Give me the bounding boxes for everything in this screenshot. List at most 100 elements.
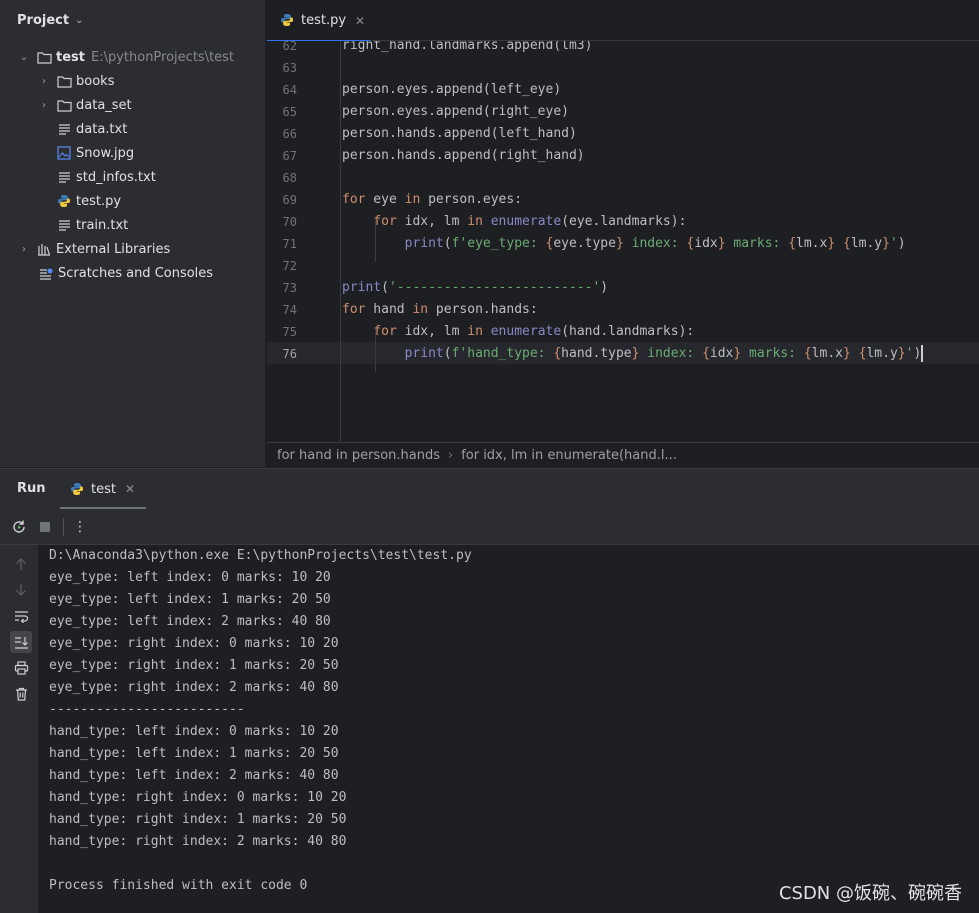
- chevron-right-icon: ›: [42, 75, 46, 87]
- print-button[interactable]: [10, 657, 32, 679]
- close-icon[interactable]: ✕: [125, 482, 135, 496]
- tree-item-data-set[interactable]: › data_set: [0, 93, 266, 117]
- console-line: hand_type: left index: 0 marks: 10 20: [49, 724, 339, 739]
- tree-item-std-infos-txt[interactable]: std_infos.txt: [0, 165, 266, 189]
- run-header: Run test ✕: [0, 469, 979, 509]
- line-number: 75: [282, 325, 297, 339]
- tree-item-data-txt[interactable]: data.txt: [0, 117, 266, 141]
- scroll-down-button[interactable]: [10, 579, 32, 601]
- scroll-to-end-icon: [14, 636, 28, 649]
- stop-icon: [40, 521, 50, 532]
- console-line: -------------------------: [49, 702, 245, 717]
- tree-item-snow-jpg[interactable]: Snow.jpg: [0, 141, 266, 165]
- run-tab-label: test: [91, 481, 116, 497]
- arrow-down-icon: [16, 584, 26, 596]
- text-file-icon: [56, 217, 72, 233]
- tree-root-test[interactable]: ⌄ test E:\pythonProjects\test: [0, 45, 266, 69]
- text-caret: [921, 345, 924, 362]
- breadcrumb-item[interactable]: for hand in person.hands: [277, 448, 440, 463]
- text-file-icon: [56, 169, 72, 185]
- console-line: hand_type: right index: 1 marks: 20 50: [49, 812, 347, 827]
- line-number: 70: [282, 215, 297, 229]
- editor-tab-bar: test.py ✕: [267, 0, 979, 42]
- breadcrumb-item[interactable]: for idx, lm in enumerate(hand.l...: [461, 448, 677, 463]
- console-line: hand_type: right index: 0 marks: 10 20: [49, 790, 347, 805]
- code-line-67: person.hands.append(right_hand): [342, 148, 585, 163]
- tree-item-label: data.txt: [76, 121, 128, 137]
- code-line-64: person.eyes.append(left_eye): [342, 82, 562, 97]
- soft-wrap-button[interactable]: [10, 605, 32, 627]
- line-number-gutter: 62 63 64 65 66 67 68 69 70 71 72 73 74 7…: [267, 41, 340, 442]
- more-vertical-icon: ⋮: [73, 518, 87, 535]
- line-number: 66: [282, 127, 297, 141]
- code-line-65: person.eyes.append(right_eye): [342, 104, 569, 119]
- python-file-icon: [70, 481, 86, 497]
- gutter-separator: [340, 41, 341, 442]
- chevron-right-icon: ›: [22, 243, 26, 255]
- line-number: 64: [282, 83, 297, 97]
- more-options-button[interactable]: ⋮: [70, 517, 90, 537]
- code-editor[interactable]: 62 63 64 65 66 67 68 69 70 71 72 73 74 7…: [267, 41, 979, 442]
- console-line: eye_type: right index: 0 marks: 10 20: [49, 636, 339, 651]
- breadcrumb: for hand in person.hands › for idx, lm i…: [267, 442, 979, 468]
- line-number: 74: [282, 303, 297, 317]
- stop-button[interactable]: [35, 517, 55, 537]
- python-file-icon: [56, 193, 72, 209]
- console-line: hand_type: right index: 2 marks: 40 80: [49, 834, 347, 849]
- code-line-70: for idx, lm in enumerate(eye.landmarks):: [373, 214, 687, 229]
- text-file-icon: [56, 121, 72, 137]
- watermark: CSDN @饭碗、碗碗香: [778, 883, 962, 904]
- chevron-right-icon: ›: [42, 99, 46, 111]
- code-line-71: print(f'eye_type: {eye.type} index: {idx…: [404, 236, 906, 251]
- toolbar-separator: [63, 517, 64, 536]
- code-line-73: print('-------------------------'): [342, 280, 609, 295]
- tree-item-label: Scratches and Consoles: [58, 265, 214, 281]
- clear-all-button[interactable]: [10, 683, 32, 705]
- tree-item-test-py[interactable]: test.py: [0, 189, 266, 213]
- rerun-button[interactable]: [9, 517, 29, 537]
- line-number: 67: [282, 149, 297, 163]
- close-icon[interactable]: ✕: [355, 14, 365, 28]
- console-line: eye_type: right index: 1 marks: 20 50: [49, 658, 339, 673]
- tree-item-label: books: [76, 73, 115, 89]
- rerun-icon: [13, 520, 25, 533]
- folder-icon: [56, 97, 72, 113]
- run-title: Run: [17, 481, 46, 496]
- print-icon: [14, 661, 28, 675]
- chevron-down-icon: ⌄: [19, 51, 29, 63]
- line-number: 62: [282, 41, 297, 53]
- project-header-label: Project: [17, 12, 70, 28]
- console-line: D:\Anaconda3\python.exe E:\pythonProject…: [49, 548, 472, 563]
- python-file-icon: [280, 13, 296, 29]
- image-file-icon: [56, 145, 72, 161]
- code-line-75: for idx, lm in enumerate(hand.landmarks)…: [373, 324, 695, 339]
- tree-item-train-txt[interactable]: train.txt: [0, 213, 266, 237]
- editor-tab-label: test.py: [301, 13, 347, 28]
- code-line-66: person.hands.append(left_hand): [342, 126, 577, 141]
- code-line-62: right_hand.landmarks.append(lm3): [342, 41, 593, 53]
- code-line-76: print(f'hand_type: {hand.type} index: {i…: [404, 345, 924, 362]
- tree-item-scratches[interactable]: Scratches and Consoles: [0, 261, 266, 285]
- scroll-to-end-button[interactable]: [10, 631, 32, 653]
- line-number: 73: [282, 281, 297, 295]
- scroll-up-button[interactable]: [10, 553, 32, 575]
- run-tab-test[interactable]: test ✕: [60, 469, 146, 509]
- tree-item-books[interactable]: › books: [0, 69, 266, 93]
- tree-item-label: data_set: [76, 97, 132, 113]
- run-toolbar: ⋮: [0, 509, 979, 545]
- console-line-exit: Process finished with exit code 0: [49, 878, 308, 893]
- tree-item-label: test.py: [76, 193, 122, 209]
- line-number: 68: [282, 171, 297, 185]
- tree-item-label: std_infos.txt: [76, 169, 156, 185]
- console-line: eye_type: left index: 1 marks: 20 50: [49, 592, 331, 607]
- arrow-up-icon: [16, 558, 26, 570]
- line-number: 65: [282, 105, 297, 119]
- tree-item-external-libraries[interactable]: › External Libraries: [0, 237, 266, 261]
- console-line: eye_type: left index: 0 marks: 10 20: [49, 570, 331, 585]
- project-view-dropdown[interactable]: Project ⌄: [0, 0, 265, 40]
- code-line-69: for eye in person.eyes:: [342, 192, 523, 207]
- chevron-down-icon: ⌄: [75, 14, 84, 26]
- editor-tab-test-py[interactable]: test.py ✕: [267, 0, 370, 42]
- console-output[interactable]: D:\Anaconda3\python.exe E:\pythonProject…: [49, 545, 979, 913]
- run-panel: Run test ✕ ⋮ D:\Anaconda3\python.exe E:\…: [0, 468, 979, 913]
